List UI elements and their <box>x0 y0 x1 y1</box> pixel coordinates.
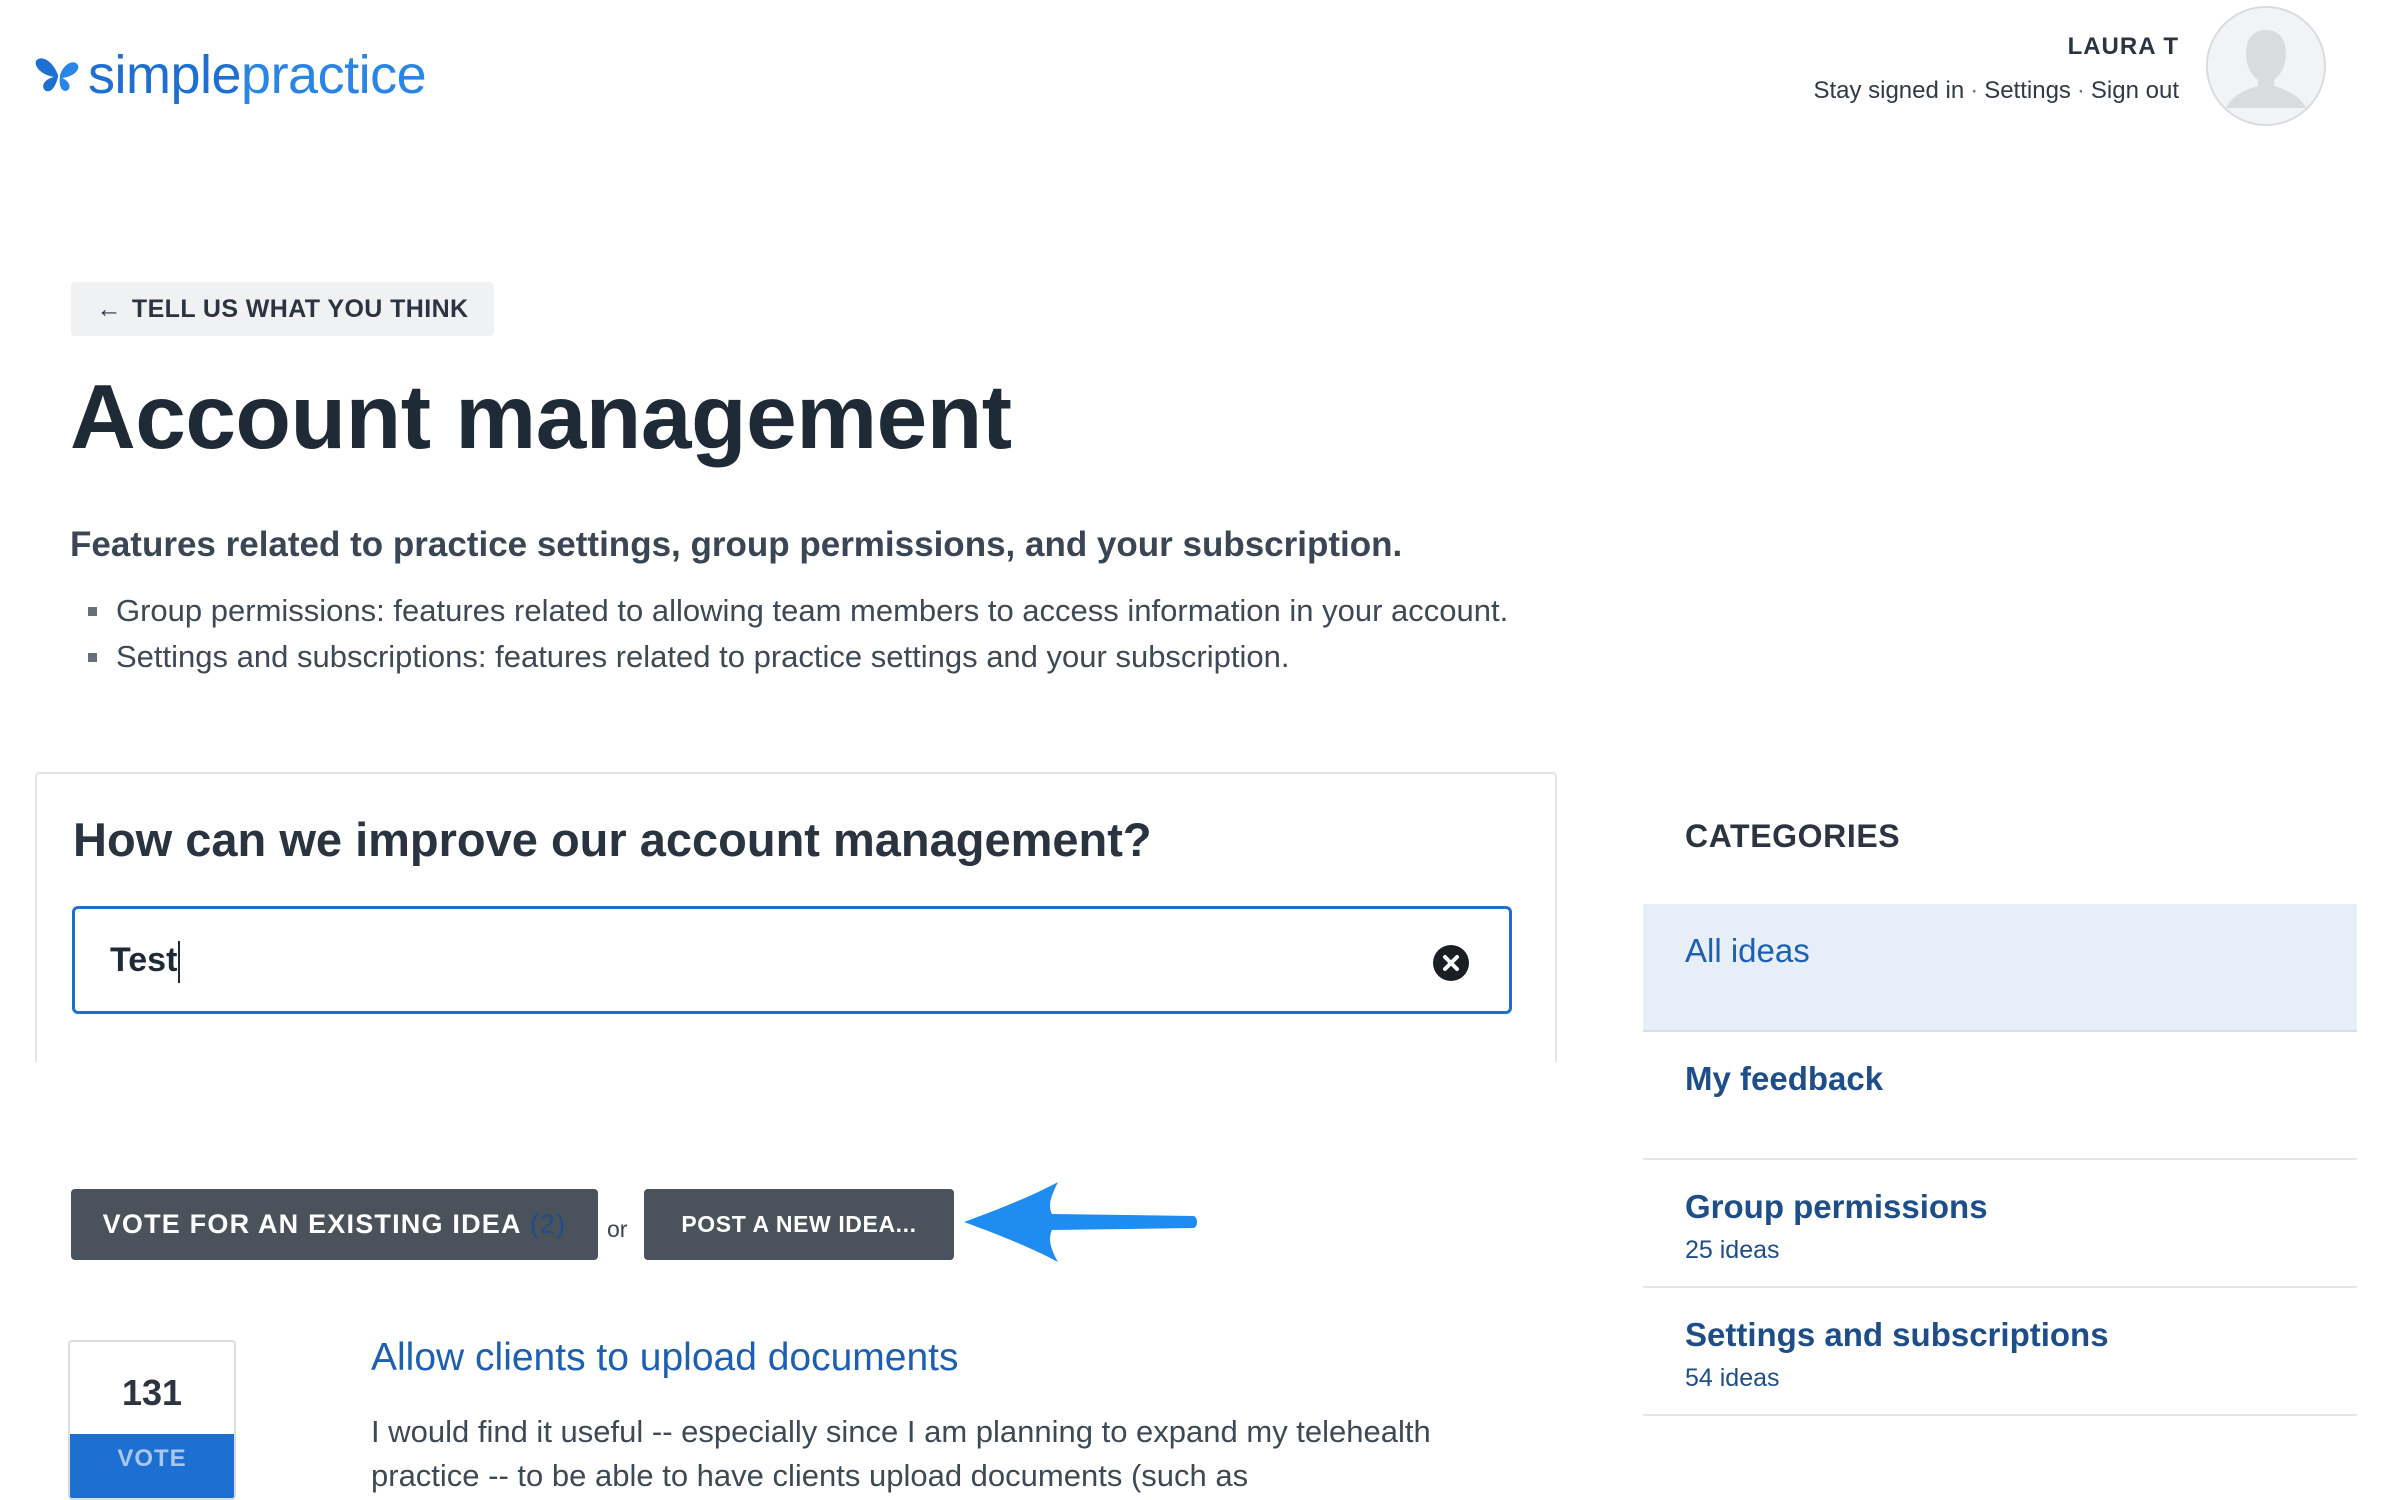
text-cursor <box>178 941 180 983</box>
idea-title-link[interactable]: Allow clients to upload documents <box>371 1336 959 1380</box>
clear-search-button[interactable] <box>1433 945 1469 981</box>
category-settings-and-subscriptions[interactable]: Settings and subscriptions 54 ideas <box>1643 1288 2357 1416</box>
vote-button[interactable]: VOTE <box>70 1434 234 1498</box>
user-silhouette-icon <box>2208 8 2324 124</box>
search-heading: How can we improve our account managemen… <box>73 813 1152 866</box>
post-new-idea-button[interactable]: POST A NEW IDEA... <box>644 1189 954 1260</box>
separator: · <box>2076 77 2085 104</box>
butterfly-icon <box>35 58 79 92</box>
avatar[interactable] <box>2206 6 2326 126</box>
vote-existing-idea-button[interactable]: VOTE FOR AN EXISTING IDEA (2) <box>71 1189 598 1260</box>
user-name: LAURA T <box>2067 33 2179 60</box>
vote-count: 131 <box>121 1372 183 1413</box>
category-all-ideas[interactable]: All ideas <box>1643 904 2357 1032</box>
logo[interactable]: simplepractice <box>34 45 427 105</box>
back-button-label: TELL US WHAT YOU THINK <box>131 294 469 323</box>
arrow-left-icon: ← <box>96 294 122 323</box>
category-my-feedback[interactable]: My feedback <box>1643 1032 2357 1160</box>
category-group-permissions[interactable]: Group permissions 25 ideas <box>1643 1160 2357 1288</box>
category-count: 25 ideas <box>1685 1236 1780 1264</box>
categories-heading: CATEGORIES <box>1685 818 1901 854</box>
list-item: Group permissions: features related to a… <box>86 588 1508 634</box>
user-links: Stay signed in · Settings · Sign out <box>1813 77 2179 105</box>
or-separator: or <box>607 1216 628 1242</box>
page-title: Account management <box>70 367 1012 468</box>
category-label: My feedback <box>1685 1060 1884 1097</box>
idea-description: I would find it useful -- especially sin… <box>371 1414 1431 1493</box>
separator: · <box>1970 77 1979 104</box>
category-label: Settings and subscriptions <box>1685 1316 2109 1353</box>
search-box[interactable] <box>72 906 1512 1014</box>
page-intro: Features related to practice settings, g… <box>70 525 1403 564</box>
vote-widget: 131 VOTE <box>68 1340 236 1500</box>
close-circle-icon <box>1443 955 1459 971</box>
categories-list: All ideas My feedback Group permissions … <box>1643 904 2357 1416</box>
category-count: 54 ideas <box>1685 1364 1780 1392</box>
description-list: Group permissions: features related to a… <box>86 588 1508 680</box>
category-label: All ideas <box>1685 932 1810 969</box>
stay-signed-in-link[interactable]: Stay signed in <box>1813 77 1964 104</box>
search-input[interactable] <box>110 909 1410 1011</box>
sign-out-link[interactable]: Sign out <box>2091 77 2179 104</box>
logo-text: simplepractice <box>88 45 427 105</box>
matching-ideas-count: (2) <box>529 1209 567 1239</box>
list-item: Settings and subscriptions: features rel… <box>86 634 1508 680</box>
back-to-feedback-button[interactable]: ← TELL US WHAT YOU THINK <box>71 282 494 336</box>
vote-existing-label: VOTE FOR AN EXISTING IDEA <box>102 1209 522 1239</box>
pointer-arrow-icon <box>964 1182 1197 1262</box>
category-label: Group permissions <box>1685 1188 1988 1225</box>
settings-link[interactable]: Settings <box>1984 77 2071 104</box>
